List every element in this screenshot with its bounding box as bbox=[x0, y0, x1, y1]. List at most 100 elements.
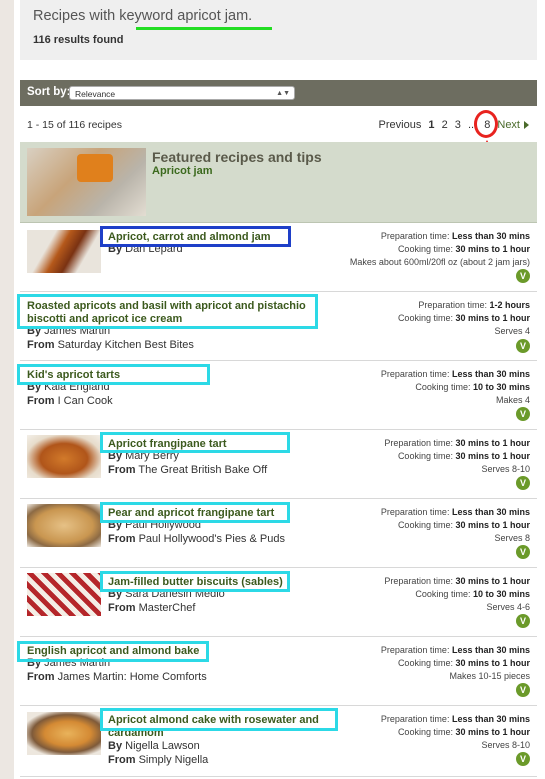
sort-label: Sort by: bbox=[27, 86, 71, 98]
source-link[interactable]: The Great British Bake Off bbox=[138, 464, 267, 476]
vegetarian-badge-icon: V bbox=[516, 752, 530, 766]
prep-label: Preparation time: bbox=[380, 231, 450, 241]
recipe-meta: Preparation time: Less than 30 mins Cook… bbox=[381, 644, 530, 683]
cook-value: 10 to 30 mins bbox=[472, 589, 530, 599]
recipe-meta: Preparation time: Less than 30 mins Cook… bbox=[381, 368, 530, 407]
previous-link[interactable]: Previous bbox=[379, 119, 422, 131]
next-label: Next bbox=[497, 119, 520, 131]
highlight-box bbox=[17, 294, 318, 329]
from-label: From bbox=[108, 464, 136, 476]
search-title: Recipes with keyword apricot jam. bbox=[33, 8, 253, 24]
sort-select[interactable]: Relevance ▲▼ bbox=[69, 86, 295, 100]
prep-value: Less than 30 mins bbox=[451, 645, 530, 655]
highlight-box bbox=[100, 571, 290, 592]
featured-link[interactable]: Apricot jam bbox=[152, 165, 213, 177]
red-circle-annotation bbox=[474, 110, 498, 138]
recipe-source: From James Martin: Home Comforts bbox=[27, 671, 207, 683]
sort-bar: Sort by: Relevance ▲▼ bbox=[20, 80, 537, 106]
from-label: From bbox=[108, 602, 136, 614]
prep-value: Less than 30 mins bbox=[451, 369, 530, 379]
prep-value: Less than 30 mins bbox=[451, 714, 530, 724]
highlight-box bbox=[100, 502, 290, 523]
prep-label: Preparation time: bbox=[418, 300, 487, 310]
select-arrows-icon: ▲▼ bbox=[276, 90, 290, 97]
prep-value: Less than 30 mins bbox=[451, 231, 530, 241]
source-link[interactable]: James Martin: Home Comforts bbox=[58, 671, 207, 683]
cook-value: 30 mins to 1 hour bbox=[455, 520, 530, 530]
highlight-box bbox=[100, 432, 290, 453]
recipe-meta: Preparation time: Less than 30 mins Cook… bbox=[381, 506, 530, 545]
highlight-box bbox=[100, 708, 338, 731]
left-background-strip bbox=[0, 0, 14, 779]
recipe-meta: Preparation time: Less than 30 mins Cook… bbox=[350, 230, 530, 269]
page-2-link[interactable]: 2 bbox=[442, 119, 448, 131]
from-label: From bbox=[27, 395, 55, 407]
cook-label: Cooking time: bbox=[397, 658, 453, 668]
prep-value: 30 mins to 1 hour bbox=[455, 438, 530, 448]
cook-value: 30 mins to 1 hour bbox=[455, 727, 530, 737]
cook-value: 30 mins to 1 hour bbox=[455, 244, 530, 254]
recipe-thumbnail[interactable] bbox=[27, 230, 101, 273]
jam-jar-shape bbox=[77, 154, 113, 182]
results-range: 1 - 15 of 116 recipes bbox=[27, 119, 122, 131]
page-1-current: 1 bbox=[428, 119, 435, 131]
from-label: From bbox=[108, 754, 136, 766]
cook-value: 30 mins to 1 hour bbox=[455, 451, 530, 461]
recipe-source: From The Great British Bake Off bbox=[108, 464, 267, 476]
serves-value: Serves 8 bbox=[494, 533, 530, 543]
vegetarian-badge-icon: V bbox=[516, 269, 530, 283]
cook-label: Cooking time: bbox=[415, 589, 471, 599]
next-arrow-icon bbox=[524, 121, 529, 130]
recipe-source: From Paul Hollywood's Pies & Puds bbox=[108, 533, 285, 545]
cook-label: Cooking time: bbox=[415, 382, 471, 392]
recipe-meta: Preparation time: Less than 30 mins Cook… bbox=[381, 713, 530, 752]
results-count: 116 results found bbox=[33, 34, 124, 46]
recipe-source: From I Can Cook bbox=[27, 395, 113, 407]
prep-label: Preparation time: bbox=[380, 645, 450, 655]
prep-label: Preparation time: bbox=[380, 507, 450, 517]
vegetarian-badge-icon: V bbox=[516, 476, 530, 490]
keyword-highlight-underline bbox=[136, 27, 272, 30]
recipe-meta: Preparation time: 30 mins to 1 hour Cook… bbox=[384, 437, 530, 476]
recipe-thumbnail[interactable] bbox=[27, 435, 101, 478]
prep-label: Preparation time: bbox=[384, 576, 453, 586]
featured-recipes-panel[interactable]: Featured recipes and tips Apricot jam bbox=[20, 142, 537, 223]
serves-value: Serves 4 bbox=[494, 326, 530, 336]
prep-label: Preparation time: bbox=[380, 369, 450, 379]
serves-value: Makes about 600ml/20fl oz (about 2 jam j… bbox=[349, 257, 530, 267]
prep-label: Preparation time: bbox=[384, 438, 453, 448]
by-label: By bbox=[108, 740, 123, 752]
serves-value: Makes 10-15 pieces bbox=[449, 671, 530, 681]
cook-label: Cooking time: bbox=[397, 451, 453, 461]
serves-value: Serves 4-6 bbox=[486, 602, 530, 612]
recipe-thumbnail[interactable] bbox=[27, 504, 101, 547]
author-link[interactable]: Nigella Lawson bbox=[125, 740, 200, 752]
featured-image bbox=[27, 148, 146, 216]
next-link[interactable]: Next bbox=[497, 119, 533, 131]
recipe-source: From Saturday Kitchen Best Bites bbox=[27, 339, 194, 351]
prep-value: 1-2 hours bbox=[489, 300, 530, 310]
source-link[interactable]: MasterChef bbox=[139, 602, 196, 614]
recipe-thumbnail[interactable] bbox=[27, 573, 101, 616]
serves-value: Makes 4 bbox=[495, 395, 530, 405]
vegetarian-badge-icon: V bbox=[516, 683, 530, 697]
source-link[interactable]: I Can Cook bbox=[58, 395, 113, 407]
featured-title: Featured recipes and tips bbox=[152, 149, 322, 165]
serves-value: Serves 8-10 bbox=[481, 740, 530, 750]
recipe-meta: Preparation time: 30 mins to 1 hour Cook… bbox=[384, 575, 530, 614]
highlight-box bbox=[17, 641, 209, 662]
recipe-author: By Nigella Lawson bbox=[108, 740, 200, 752]
from-label: From bbox=[27, 671, 55, 683]
source-link[interactable]: Paul Hollywood's Pies & Puds bbox=[139, 533, 285, 545]
cook-label: Cooking time: bbox=[397, 313, 453, 323]
cook-label: Cooking time: bbox=[397, 244, 453, 254]
recipe-thumbnail[interactable] bbox=[27, 712, 101, 755]
recipe-meta: Preparation time: 1-2 hours Cooking time… bbox=[398, 299, 530, 338]
source-link[interactable]: Saturday Kitchen Best Bites bbox=[58, 339, 194, 351]
search-summary: Recipes with keyword apricot jam. 116 re… bbox=[20, 0, 537, 60]
cook-value: 30 mins to 1 hour bbox=[455, 313, 530, 323]
cook-value: 10 to 30 mins bbox=[472, 382, 530, 392]
prep-value: 30 mins to 1 hour bbox=[455, 576, 530, 586]
source-link[interactable]: Simply Nigella bbox=[139, 754, 209, 766]
page-3-link[interactable]: 3 bbox=[455, 119, 461, 131]
